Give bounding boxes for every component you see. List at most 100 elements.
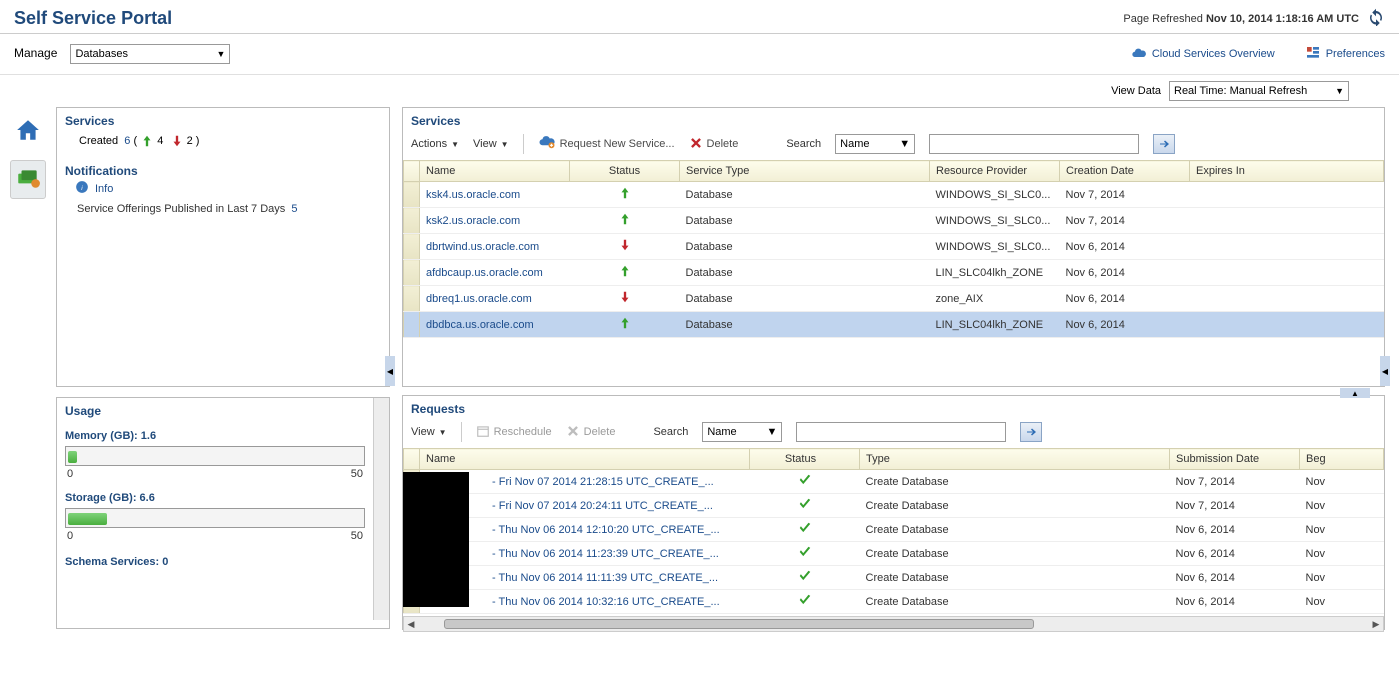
cell-name[interactable]: - Thu Nov 06 2014 10:32:16 UTC_CREATE_..… xyxy=(420,590,750,614)
table-row[interactable]: - Thu Nov 06 2014 11:23:39 UTC_CREATE_..… xyxy=(404,542,1384,566)
table-row[interactable]: - Fri Nov 07 2014 20:24:11 UTC_CREATE_..… xyxy=(404,494,1384,518)
main-layout: Services Created 6 ( 4 2 ) Notifications… xyxy=(0,107,1399,630)
search-go-button[interactable] xyxy=(1153,134,1175,154)
delete-icon xyxy=(689,136,703,153)
info-icon: i xyxy=(75,180,89,197)
view-menu[interactable]: View ▼ xyxy=(473,138,509,150)
cell-cdate: Nov 6, 2014 xyxy=(1060,312,1190,338)
scroll-right-icon[interactable]: ▶ xyxy=(1369,617,1383,631)
cell-provider: WINDOWS_SI_SLC0... xyxy=(930,234,1060,260)
search-input[interactable] xyxy=(796,422,1006,442)
cell-type: Create Database xyxy=(860,566,1170,590)
cell-expires xyxy=(1190,260,1384,286)
col-begin[interactable]: Beg xyxy=(1300,449,1384,470)
view-menu[interactable]: View ▼ xyxy=(411,426,447,438)
storage-label: Storage (GB): 6.6 xyxy=(65,492,365,504)
search-go-button[interactable] xyxy=(1020,422,1042,442)
manage-select-value: Databases xyxy=(75,48,128,60)
cell-name[interactable]: dbdbca.us.oracle.com xyxy=(420,312,570,338)
col-expires[interactable]: Expires In xyxy=(1190,161,1384,182)
table-row[interactable]: - Thu Nov 06 2014 10:32:16 UTC_CREATE_..… xyxy=(404,590,1384,614)
separator xyxy=(461,422,462,442)
cell-name[interactable]: afdbcaup.us.oracle.com xyxy=(420,260,570,286)
col-subdate[interactable]: Submission Date xyxy=(1170,449,1300,470)
check-icon xyxy=(797,574,813,586)
cell-status xyxy=(570,312,680,338)
cell-begin: Nov xyxy=(1300,542,1384,566)
cell-name[interactable]: - Fri Nov 07 2014 20:24:11 UTC_CREATE_..… xyxy=(420,494,750,518)
check-icon xyxy=(797,598,813,610)
cell-expires xyxy=(1190,312,1384,338)
arrow-down-icon xyxy=(170,135,184,147)
collapse-handle-top[interactable]: ▲ xyxy=(1340,388,1370,398)
cell-name[interactable]: - Thu Nov 06 2014 11:11:39 UTC_CREATE_..… xyxy=(420,566,750,590)
col-status[interactable]: Status xyxy=(750,449,860,470)
manage-toolbar: Manage Databases ▼ Cloud Services Overvi… xyxy=(0,34,1399,75)
col-type[interactable]: Type xyxy=(860,449,1170,470)
cell-type: Create Database xyxy=(860,518,1170,542)
database-icon[interactable] xyxy=(10,160,46,199)
collapse-handle[interactable]: ◀ xyxy=(385,356,395,386)
col-type[interactable]: Service Type xyxy=(680,161,930,182)
cell-name[interactable]: ksk4.us.oracle.com xyxy=(420,182,570,208)
cell-name[interactable]: dbreq1.us.oracle.com xyxy=(420,286,570,312)
down-count: 2 xyxy=(187,135,193,147)
home-icon[interactable] xyxy=(15,117,41,146)
manage-select[interactable]: Databases ▼ xyxy=(70,44,230,64)
axis-max: 50 xyxy=(351,468,363,480)
cloud-services-link[interactable]: Cloud Services Overview xyxy=(1131,45,1275,64)
row-indicator xyxy=(404,234,420,260)
table-row[interactable]: ksk2.us.oracle.comDatabaseWINDOWS_SI_SLC… xyxy=(404,208,1384,234)
header-bar: Self Service Portal Page Refreshed Nov 1… xyxy=(0,0,1399,34)
col-name[interactable]: Name xyxy=(420,449,750,470)
table-row[interactable]: dbdbca.us.oracle.comDatabaseLIN_SLC04lkh… xyxy=(404,312,1384,338)
col-status[interactable]: Status xyxy=(570,161,680,182)
row-indicator xyxy=(404,260,420,286)
col-provider[interactable]: Resource Provider xyxy=(930,161,1060,182)
icon-rail xyxy=(0,107,56,630)
col-cdate[interactable]: Creation Date xyxy=(1060,161,1190,182)
refresh-info: Page Refreshed Nov 10, 2014 1:18:16 AM U… xyxy=(1123,8,1385,29)
arrow-down-icon xyxy=(618,296,632,308)
right-column: Services Actions ▼ View ▼ Request New Se… xyxy=(396,107,1399,630)
cell-name[interactable]: - Thu Nov 06 2014 11:23:39 UTC_CREATE_..… xyxy=(420,542,750,566)
refresh-icon[interactable] xyxy=(1367,8,1385,29)
check-icon xyxy=(797,550,813,562)
table-row[interactable]: dbrtwind.us.oracle.comDatabaseWINDOWS_SI… xyxy=(404,234,1384,260)
search-input[interactable] xyxy=(929,134,1139,154)
created-label: Created xyxy=(79,135,118,147)
collapse-handle[interactable]: ◀ xyxy=(1380,356,1390,386)
services-summary: Created 6 ( 4 2 ) xyxy=(57,130,389,158)
chevron-down-icon: ▼ xyxy=(1335,86,1344,96)
cell-name[interactable]: - Thu Nov 06 2014 12:10:20 UTC_CREATE_..… xyxy=(420,518,750,542)
search-field-select[interactable]: Name▼ xyxy=(702,422,782,442)
search-field-select[interactable]: Name▼ xyxy=(835,134,915,154)
table-row[interactable]: afdbcaup.us.oracle.comDatabaseLIN_SLC04l… xyxy=(404,260,1384,286)
notif-text: Service Offerings Published in Last 7 Da… xyxy=(65,197,381,219)
schema-label: Schema Services: 0 xyxy=(65,548,365,568)
request-service-button[interactable]: Request New Service... xyxy=(538,136,675,153)
table-row[interactable]: - Thu Nov 06 2014 12:10:20 UTC_CREATE_..… xyxy=(404,518,1384,542)
scrollbar-horizontal[interactable]: ◀ ▶ xyxy=(403,616,1384,632)
refresh-time: Nov 10, 2014 1:18:16 AM UTC xyxy=(1206,13,1359,25)
table-row[interactable]: - Thu Nov 06 2014 11:11:39 UTC_CREATE_..… xyxy=(404,566,1384,590)
delete-button[interactable]: Delete xyxy=(689,136,739,153)
scroll-left-icon[interactable]: ◀ xyxy=(404,617,418,631)
table-row[interactable]: ksk4.us.oracle.comDatabaseWINDOWS_SI_SLC… xyxy=(404,182,1384,208)
scrollbar-thumb[interactable] xyxy=(444,619,1034,629)
manage-label: Manage xyxy=(14,46,57,60)
table-row[interactable]: dbreq1.us.oracle.comDatabasezone_AIXNov … xyxy=(404,286,1384,312)
cell-name[interactable]: dbrtwind.us.oracle.com xyxy=(420,234,570,260)
cell-name[interactable]: ksk2.us.oracle.com xyxy=(420,208,570,234)
cell-name[interactable]: - Fri Nov 07 2014 21:28:15 UTC_CREATE_..… xyxy=(420,470,750,494)
preferences-link[interactable]: Preferences xyxy=(1305,45,1385,64)
info-row[interactable]: i Info xyxy=(75,180,381,197)
cell-provider: zone_AIX xyxy=(930,286,1060,312)
actions-menu[interactable]: Actions ▼ xyxy=(411,138,459,150)
scrollbar-vertical[interactable] xyxy=(373,398,389,620)
viewdata-select[interactable]: Real Time: Manual Refresh ▼ xyxy=(1169,81,1349,101)
col-name[interactable]: Name xyxy=(420,161,570,182)
row-indicator xyxy=(404,286,420,312)
table-row[interactable]: - Fri Nov 07 2014 21:28:15 UTC_CREATE_..… xyxy=(404,470,1384,494)
services-summary-panel: Services Created 6 ( 4 2 ) Notifications… xyxy=(56,107,390,387)
